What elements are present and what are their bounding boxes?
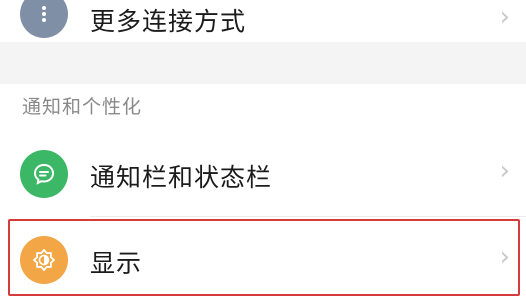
chat-bubble-icon bbox=[20, 150, 68, 198]
settings-item-more-connections[interactable]: 更多连接方式 › bbox=[0, 0, 526, 40]
notification-bar-label: 通知栏和状态栏 bbox=[90, 163, 273, 192]
chevron-right-icon: › bbox=[499, 156, 510, 186]
settings-item-display[interactable]: 显示 › bbox=[0, 220, 526, 300]
chevron-right-icon: › bbox=[499, 242, 510, 272]
brightness-icon bbox=[20, 236, 68, 284]
chevron-right-icon: › bbox=[499, 2, 510, 32]
settings-item-notification-bar[interactable]: 通知栏和状态栏 › bbox=[0, 134, 526, 214]
section-header: 通知和个性化 bbox=[0, 84, 526, 130]
section-gap bbox=[0, 42, 526, 84]
row-divider bbox=[90, 216, 526, 217]
section-title: 通知和个性化 bbox=[22, 96, 143, 118]
display-label: 显示 bbox=[90, 249, 143, 278]
more-dots-icon bbox=[20, 0, 68, 38]
more-connections-label: 更多连接方式 bbox=[90, 7, 247, 36]
